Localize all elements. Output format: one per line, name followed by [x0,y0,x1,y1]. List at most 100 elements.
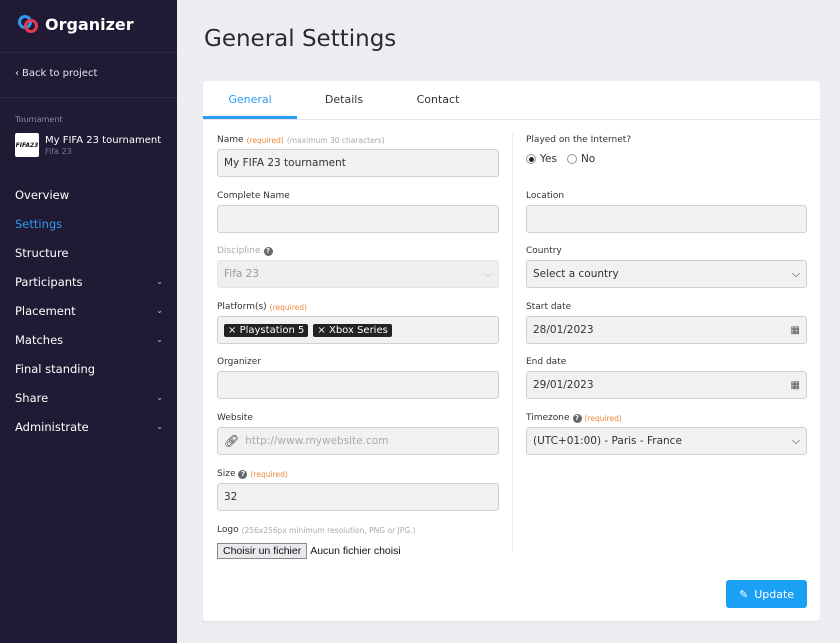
choose-file-button[interactable]: Choisir un fichier [217,543,308,559]
website-label: Website [217,411,499,425]
chevron-down-icon: ⌄ [156,422,163,431]
radio-no[interactable] [566,154,577,164]
select-value: (UTC+01:00) - Paris - France [533,435,682,447]
label-text: Name [217,135,244,145]
page-title: General Settings [204,26,397,52]
complete-name-input[interactable] [217,205,499,233]
sidebar-item-final-standing[interactable]: Final standing [0,354,177,383]
country-select[interactable]: Select a country ⌵ [526,260,807,288]
label-text: Logo [217,525,239,535]
label-text: Timezone [526,413,570,423]
calendar-icon[interactable]: ▦ [791,380,800,391]
help-icon[interactable]: ? [572,413,582,423]
nav-label: Matches [15,332,64,347]
tournament-name: My FIFA 23 tournament [45,134,162,146]
select-value: Fifa 23 [224,268,260,280]
input-value: 28/01/2023 [533,324,594,336]
help-icon[interactable]: ? [238,469,248,479]
required-marker: (required) [269,302,307,312]
sidebar-nav: Overview Settings Structure Participants… [0,180,177,441]
input-value: 29/01/2023 [533,379,594,391]
tab-details[interactable]: Details [297,81,391,119]
placeholder-text: http://www.mywebsite.com [245,435,389,447]
label-text: End date [526,357,567,367]
chevron-down-icon: ⌵ [792,267,800,280]
sidebar-item-overview[interactable]: Overview [0,180,177,209]
sidebar-item-structure[interactable]: Structure [0,238,177,267]
platform-tag[interactable]: × Xbox Series [313,323,392,337]
end-date-field: End date 29/01/2023 ▦ [526,355,807,399]
location-input[interactable] [526,205,807,233]
country-field: Country Select a country ⌵ [526,244,807,288]
location-field: Location [526,189,807,233]
button-label: Update [754,587,795,601]
tab-general[interactable]: General [203,81,297,119]
radio-label: No [580,153,596,165]
platforms-label: Platform(s) (required) [217,300,499,314]
nav-label: Structure [15,245,69,260]
tab-contact[interactable]: Contact [391,81,485,119]
website-input[interactable]: 🔗︎ http://www.mywebsite.com [217,427,499,455]
sidebar: Organizer ‹ Back to project Tournament FI… [0,0,177,643]
organizer-label: Organizer [217,355,499,369]
remove-icon[interactable]: × [317,325,325,336]
chevron-down-icon: ⌄ [156,393,163,402]
size-input[interactable]: 32 [217,483,499,511]
organizer-field: Organizer [217,355,499,399]
chevron-down-icon: ⌄ [156,335,163,344]
size-label: Size? (required) [217,467,499,481]
timezone-field: Timezone? (required) (UTC+01:00) - Paris … [526,411,807,455]
organizer-input[interactable] [217,371,499,399]
help-icon[interactable]: ? [263,246,273,256]
app-logo[interactable]: Organizer [17,14,134,34]
online-label: Played on the Internet? [526,133,807,147]
platforms-field: Platform(s) (required) × Playstation 5 × … [217,300,499,344]
radio-yes[interactable] [526,154,536,164]
platform-tag[interactable]: × Playstation 5 [224,323,309,337]
tag-label: Playstation 5 [239,324,305,336]
timezone-select[interactable]: (UTC+01:00) - Paris - France ⌵ [526,427,807,455]
column-divider [512,133,513,552]
tab-bar: General Details Contact [203,81,820,120]
calendar-icon[interactable]: ▦ [791,325,800,336]
label-text: Size [217,469,236,479]
label-text: Discipline [217,246,261,256]
sidebar-item-placement[interactable]: Placement ⌄ [0,296,177,325]
nav-label: Overview [15,187,70,202]
complete-name-label: Complete Name [217,189,499,203]
nav-label: Settings [15,216,63,231]
label-text: Platform(s) [217,302,267,312]
tournament-game: Fifa 23 [45,146,72,156]
website-field: Website 🔗︎ http://www.mywebsite.com [217,411,499,455]
sidebar-item-share[interactable]: Share ⌄ [0,383,177,412]
end-date-input[interactable]: 29/01/2023 ▦ [526,371,807,399]
tag-label: Xbox Series [328,324,388,336]
hint-text: (maximum 30 characters) [286,135,385,145]
size-field: Size? (required) 32 [217,467,499,511]
platforms-input[interactable]: × Playstation 5 × Xbox Series [217,316,499,344]
online-field: Played on the Internet? Yes No [526,133,807,165]
organizer-logo-icon [18,15,38,33]
section-label: Tournament [15,115,63,124]
required-marker: (required) [584,413,622,423]
remove-icon[interactable]: × [228,325,236,336]
label-text: Start date [526,302,572,312]
file-status: Aucun fichier choisi [310,545,401,557]
update-button[interactable]: ✎ Update [726,580,807,608]
sidebar-item-participants[interactable]: Participants ⌄ [0,267,177,296]
start-date-input[interactable]: 28/01/2023 ▦ [526,316,807,344]
tournament-card[interactable]: FIFA23 My FIFA 23 tournament Fifa 23 [15,133,161,157]
location-label: Location [526,189,807,203]
chevron-down-icon: ⌄ [156,306,163,315]
sidebar-item-settings[interactable]: Settings [0,209,177,238]
nav-label: Placement [15,303,76,318]
tournament-thumbnail: FIFA23 [15,133,39,157]
label-text: Organizer [217,357,262,367]
required-marker: (required) [246,135,284,145]
sidebar-item-administrate[interactable]: Administrate ⌄ [0,412,177,441]
input-value: My FIFA 23 tournament [224,157,346,169]
sidebar-item-matches[interactable]: Matches ⌄ [0,325,177,354]
start-date-label: Start date [526,300,807,314]
back-to-project-link[interactable]: ‹ Back to project [15,68,97,79]
name-input[interactable]: My FIFA 23 tournament [217,149,499,177]
